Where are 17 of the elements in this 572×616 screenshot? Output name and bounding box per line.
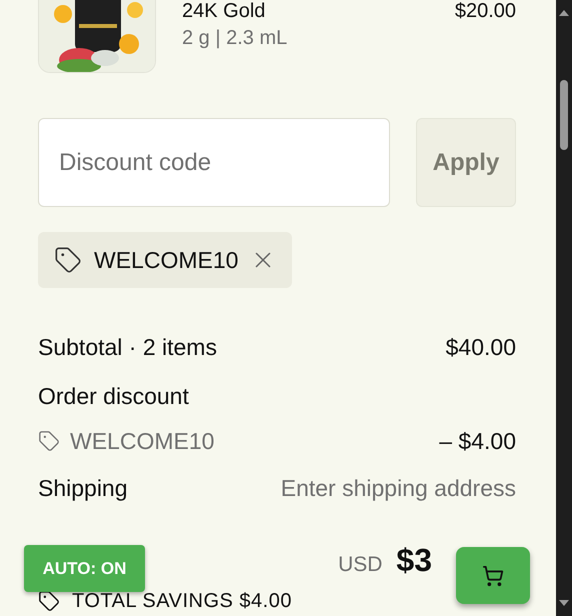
total-amount: $3 [396,542,432,579]
total-savings: TOTAL SAVINGS $4.00 [72,590,292,612]
product-variant: 2 g | 2.3 mL [182,26,288,50]
apply-button[interactable]: Apply [416,118,516,207]
discount-amount: – $4.00 [439,428,516,454]
shipping-hint: Enter shipping address [280,474,516,502]
currency-label: USD [338,553,382,577]
auto-toggle-button[interactable]: AUTO: ON [24,545,145,592]
summary-label: Shipping [38,474,128,502]
discount-code-field[interactable]: Discount code [38,118,390,207]
discount-code-text: WELCOME10 [94,246,238,274]
discount-code-label: WELCOME10 [70,428,214,454]
summary-value: $40.00 [446,334,516,360]
product-title: 24K Gold [182,0,266,22]
summary-heading: Order discount [38,382,189,410]
product-price: $20.00 [454,0,516,22]
summary-label: Subtotal · 2 items [38,334,217,360]
